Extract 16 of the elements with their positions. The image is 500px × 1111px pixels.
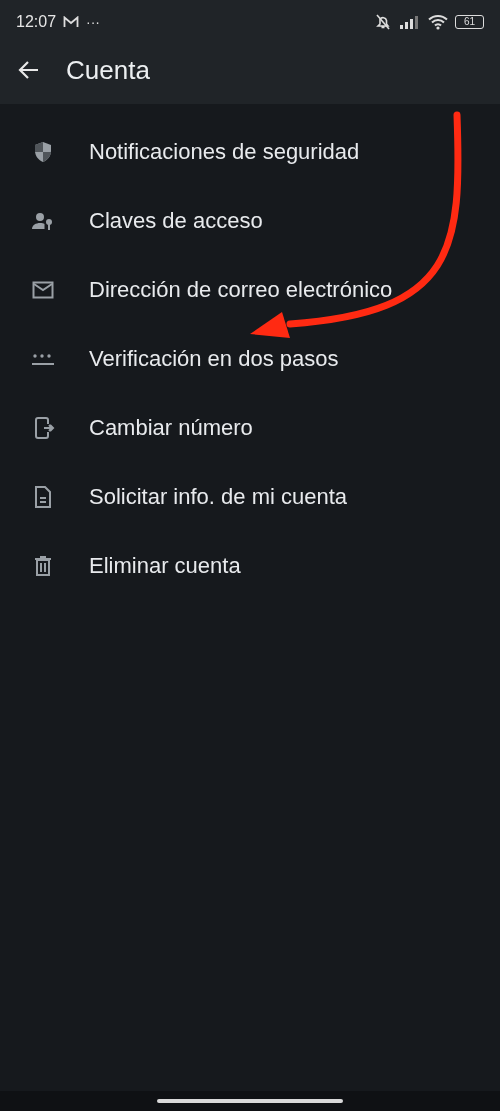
mail-notification-icon [63,16,80,28]
menu-item[interactable]: Eliminar cuenta [0,531,500,600]
menu-item[interactable]: Notificaciones de seguridad [0,117,500,186]
menu-item[interactable]: Solicitar info. de mi cuenta [0,462,500,531]
menu-item[interactable]: Cambiar número [0,393,500,462]
signal-icon [399,15,421,29]
wifi-icon [428,14,448,30]
muted-bell-icon [374,13,392,31]
back-arrow-icon [18,59,40,81]
battery-level: 61 [463,17,476,27]
menu-item[interactable]: Dirección de correo electrónico [0,255,500,324]
menu-item[interactable]: Claves de acceso [0,186,500,255]
more-notifications: ··· [86,14,101,30]
clock-time: 12:07 [16,13,57,31]
menu-item[interactable]: Verificación en dos pasos [0,324,500,393]
screen-title: Cuenta [66,54,150,86]
